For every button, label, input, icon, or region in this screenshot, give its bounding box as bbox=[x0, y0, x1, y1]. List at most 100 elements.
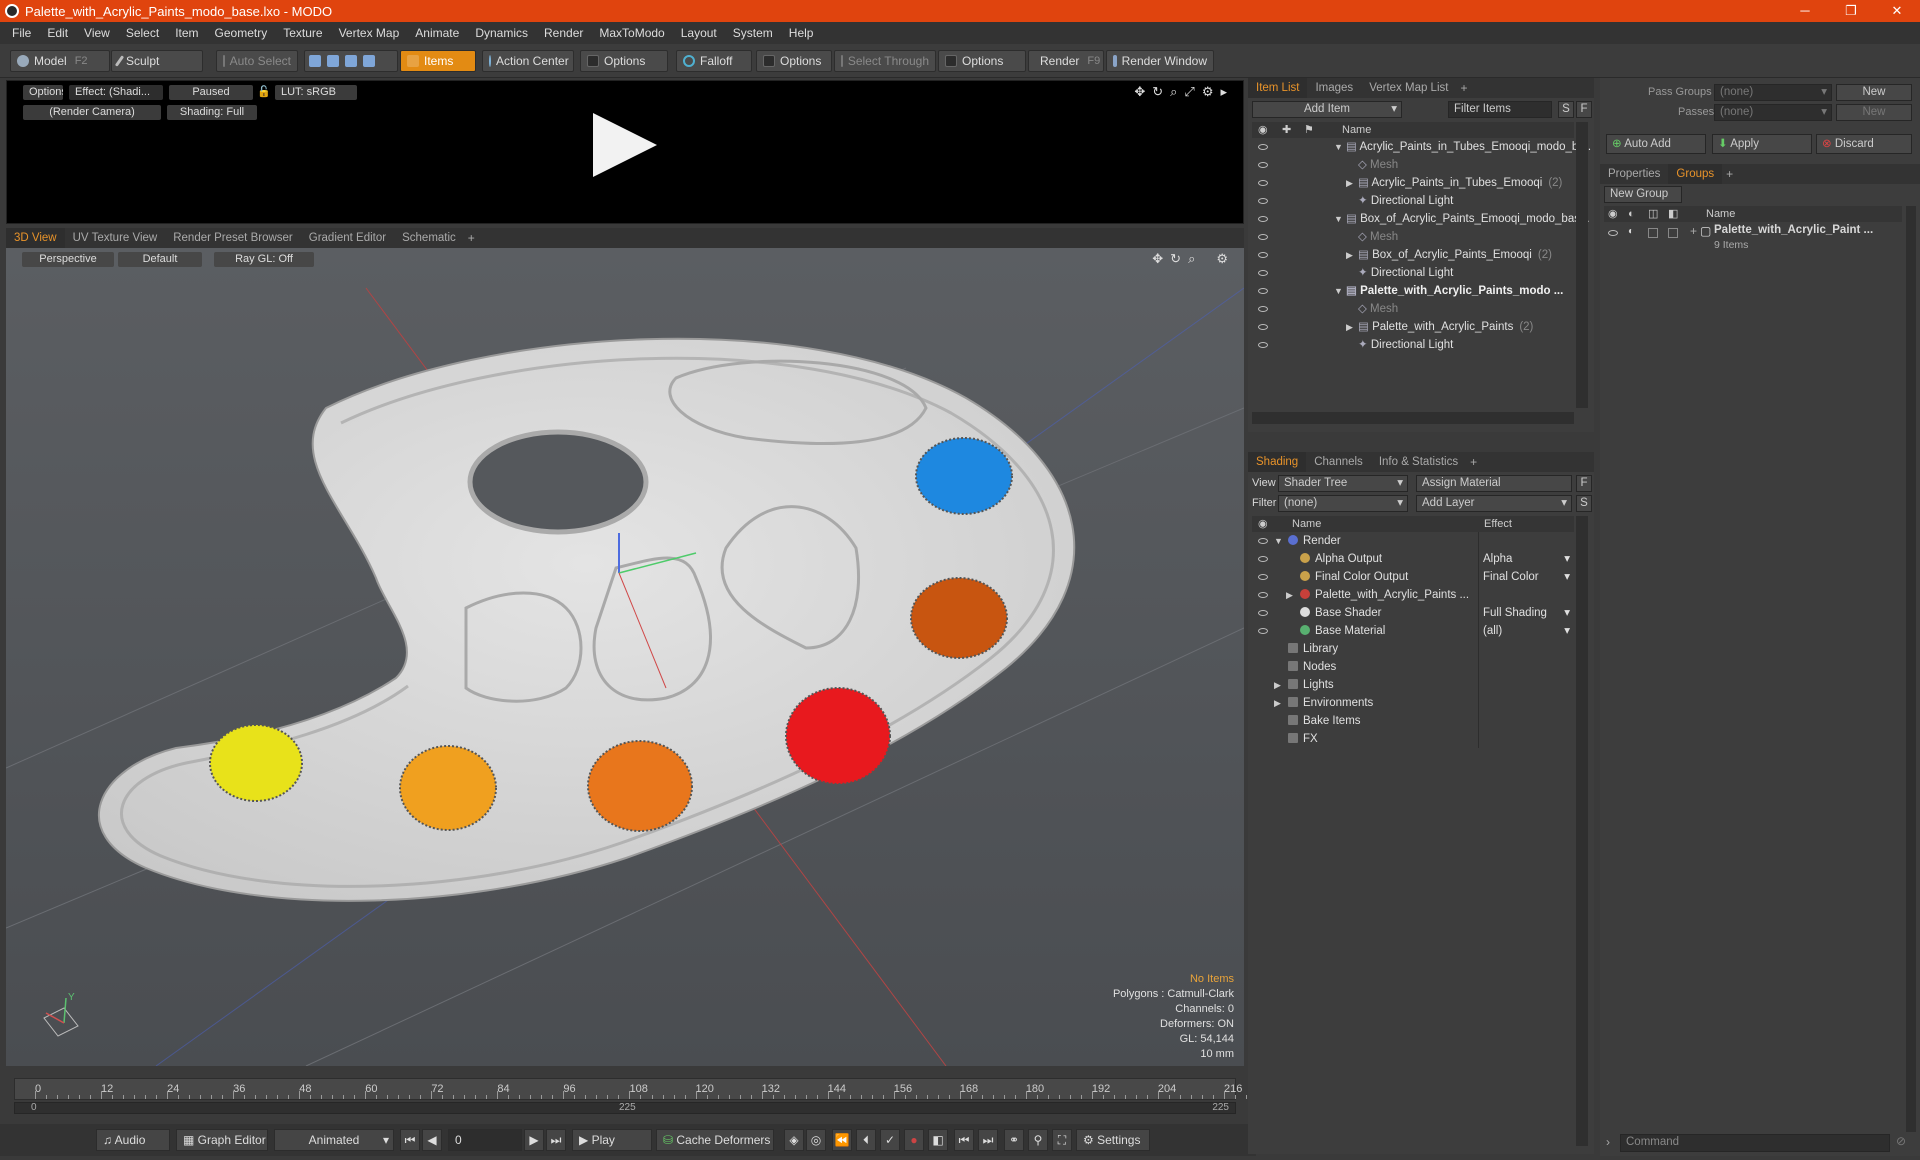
item-list-f-button[interactable]: F bbox=[1576, 101, 1592, 118]
preview-paused-button[interactable]: Paused bbox=[169, 85, 253, 100]
visibility-eye-icon[interactable] bbox=[1258, 180, 1268, 186]
item-list-row[interactable]: ▼ ▤ Box_of_Acrylic_Paints_Emooqi_modo_bas… bbox=[1252, 210, 1590, 228]
cache-deformers-button[interactable]: ⛁ Cache Deformers bbox=[656, 1129, 774, 1151]
tab-render-preset-browser[interactable]: Render Preset Browser bbox=[165, 228, 301, 248]
visibility-eye-icon[interactable] bbox=[1258, 252, 1268, 258]
item-list-row[interactable]: ▼ ▤ Acrylic_Paints_in_Tubes_Emooqi_modo_b… bbox=[1252, 138, 1591, 156]
skip-back-icon[interactable]: ⏮ bbox=[954, 1129, 974, 1151]
move-view-icon[interactable]: ✥ bbox=[1134, 84, 1145, 100]
shader-tree-row[interactable]: ▼ Render bbox=[1252, 532, 1574, 550]
move-view-icon[interactable]: ✥ bbox=[1152, 251, 1163, 267]
zoom-view-icon[interactable]: ⌕ bbox=[1188, 251, 1195, 267]
rotate-view-icon[interactable]: ↻ bbox=[1152, 84, 1163, 100]
animated-dropdown[interactable]: Animated ▾ bbox=[274, 1129, 394, 1151]
expand-arrow-icon[interactable]: ▶ bbox=[1346, 318, 1358, 336]
add-tab-icon[interactable]: + bbox=[1722, 167, 1737, 181]
menu-system[interactable]: System bbox=[725, 26, 781, 40]
visibility-eye-icon[interactable] bbox=[1258, 144, 1268, 150]
shader-tree-row[interactable]: Base Material (all) ▾ bbox=[1252, 622, 1574, 640]
tab-shading[interactable]: Shading bbox=[1248, 452, 1307, 472]
settings-button[interactable]: ⚙ Settings bbox=[1076, 1129, 1150, 1151]
render-button[interactable]: Render F9 bbox=[1028, 50, 1104, 72]
tab-item-list[interactable]: Item List bbox=[1248, 78, 1308, 98]
close-button[interactable]: ✕ bbox=[1874, 0, 1920, 22]
menu-render[interactable]: Render bbox=[536, 26, 591, 40]
menu-select[interactable]: Select bbox=[118, 26, 167, 40]
item-list-row[interactable]: ▶ ▤ Box_of_Acrylic_Paints_Emooqi (2) bbox=[1252, 246, 1574, 264]
lock-icon[interactable]: 🔓 bbox=[257, 85, 269, 100]
tab-vertex-map-list[interactable]: Vertex Map List bbox=[1361, 78, 1456, 98]
shading-f-button[interactable]: F bbox=[1576, 475, 1592, 492]
item-list-hscrollbar[interactable] bbox=[1252, 412, 1574, 424]
shader-tree-row[interactable]: Bake Items bbox=[1252, 712, 1574, 730]
falloff-options-button[interactable]: Options bbox=[756, 50, 832, 72]
expand-arrow-icon[interactable]: ▶ bbox=[1346, 246, 1358, 264]
shader-effect-cell[interactable]: Alpha ▾ bbox=[1478, 550, 1574, 568]
render-preview[interactable]: Options Effect: (Shadi... Paused 🔓 LUT: … bbox=[6, 80, 1244, 224]
shader-effect-cell[interactable]: Final Color ▾ bbox=[1478, 568, 1574, 586]
auto-key-icon[interactable]: ◎ bbox=[806, 1129, 826, 1151]
tab-schematic[interactable]: Schematic bbox=[394, 228, 464, 248]
expand-arrow-icon[interactable]: ▼ bbox=[1334, 210, 1346, 228]
menu-item[interactable]: Item bbox=[167, 26, 206, 40]
zoom-view-icon[interactable]: ⌕ bbox=[1170, 84, 1177, 100]
play-icon[interactable] bbox=[593, 113, 657, 177]
visibility-eye-icon[interactable] bbox=[1608, 230, 1618, 236]
action-center-options-button[interactable]: Options bbox=[580, 50, 668, 72]
item-list-row[interactable]: ✦ Directional Light bbox=[1252, 192, 1574, 210]
shader-tree-row[interactable]: Library bbox=[1252, 640, 1574, 658]
visibility-eye-icon[interactable] bbox=[1258, 306, 1268, 312]
menu-vertex-map[interactable]: Vertex Map bbox=[331, 26, 408, 40]
render-toggle-icon[interactable]: ◐ bbox=[1628, 226, 1634, 237]
command-input[interactable]: Command bbox=[1620, 1134, 1890, 1152]
set-key-icon[interactable]: ✓ bbox=[880, 1129, 900, 1151]
item-list-row[interactable]: ◇ Mesh bbox=[1252, 228, 1574, 246]
items-mode-button[interactable]: Items bbox=[400, 50, 476, 72]
tab-channels[interactable]: Channels bbox=[1306, 452, 1371, 472]
fit-view-icon[interactable]: ⤢ bbox=[1184, 84, 1194, 100]
tab-uv-texture-view[interactable]: UV Texture View bbox=[65, 228, 166, 248]
keyframe-icon[interactable]: ◈ bbox=[784, 1129, 804, 1151]
expand-arrow-icon[interactable]: ▶ bbox=[1286, 586, 1298, 604]
next-key-icon[interactable]: ▶ bbox=[524, 1129, 544, 1151]
gear-icon[interactable]: ⚙ bbox=[1216, 251, 1228, 267]
item-list-row[interactable]: ▶ ▤ Palette_with_Acrylic_Paints (2) bbox=[1252, 318, 1574, 336]
menu-view[interactable]: View bbox=[76, 26, 118, 40]
visibility-eye-icon[interactable] bbox=[1258, 270, 1268, 276]
falloff-button[interactable]: Falloff bbox=[676, 50, 752, 72]
expand-arrow-icon[interactable]: ▼ bbox=[1334, 138, 1346, 156]
polygons-mode-icon[interactable] bbox=[345, 55, 357, 67]
shader-tree-row[interactable]: Final Color Output Final Color ▾ bbox=[1252, 568, 1574, 586]
shader-view-dropdown[interactable]: Shader Tree ▾ bbox=[1278, 475, 1408, 492]
render-camera-dropdown[interactable]: (Render Camera) bbox=[23, 105, 161, 120]
channel-icon[interactable]: ⚲ bbox=[1028, 1129, 1048, 1151]
tab-images[interactable]: Images bbox=[1307, 78, 1361, 98]
menu-layout[interactable]: Layout bbox=[673, 26, 725, 40]
go-to-end-icon[interactable]: ⏭ bbox=[546, 1129, 566, 1151]
tab-gradient-editor[interactable]: Gradient Editor bbox=[301, 228, 394, 248]
shader-tree-row[interactable]: Base Shader Full Shading ▾ bbox=[1252, 604, 1574, 622]
go-to-start-icon[interactable]: ⏮ bbox=[400, 1129, 420, 1151]
minimize-button[interactable]: ─ bbox=[1782, 0, 1828, 22]
add-item-dropdown[interactable]: Add Item ▾ bbox=[1252, 101, 1402, 118]
shader-tree-row[interactable]: FX bbox=[1252, 730, 1574, 748]
tab-info-statistics[interactable]: Info & Statistics bbox=[1371, 452, 1466, 472]
visibility-eye-icon[interactable] bbox=[1258, 610, 1268, 616]
visibility-eye-icon[interactable] bbox=[1258, 628, 1268, 634]
rotate-view-icon[interactable]: ↻ bbox=[1170, 251, 1181, 267]
materials-mode-icon[interactable] bbox=[363, 55, 375, 67]
expand-arrow-icon[interactable]: ▶ bbox=[1274, 694, 1286, 712]
shader-tree[interactable]: ▼ Render Alpha Output Alpha ▾ Final Color Out… bbox=[1252, 532, 1574, 1142]
shader-effect-cell[interactable]: Full Shading ▾ bbox=[1478, 604, 1574, 622]
shader-effect-cell[interactable]: (all) ▾ bbox=[1478, 622, 1574, 640]
assign-material-button[interactable]: Assign Material bbox=[1416, 475, 1572, 492]
item-list-s-button[interactable]: S bbox=[1558, 101, 1574, 118]
add-tab-icon[interactable]: + bbox=[1466, 455, 1481, 469]
prev-key-icon[interactable]: ◀ bbox=[422, 1129, 442, 1151]
visibility-eye-icon[interactable] bbox=[1258, 592, 1268, 598]
shader-tree-row[interactable]: Alpha Output Alpha ▾ bbox=[1252, 550, 1574, 568]
item-list-row[interactable]: ✦ Directional Light bbox=[1252, 336, 1574, 354]
timeline[interactable]: 0 12 24 36 48 60 72 84 96 108 120 132 144 156 168 180 19… bbox=[6, 1076, 1281, 1116]
shading-dropdown[interactable]: Shading: Full bbox=[167, 105, 257, 120]
visibility-eye-icon[interactable] bbox=[1258, 216, 1268, 222]
